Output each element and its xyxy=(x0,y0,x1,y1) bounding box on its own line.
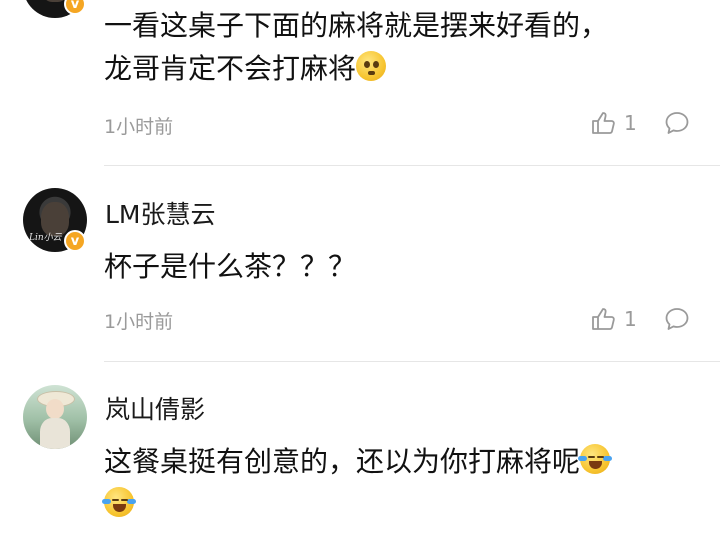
like-button[interactable]: 1 xyxy=(590,306,637,332)
avatar-head xyxy=(46,399,64,419)
avatar-dress xyxy=(40,418,70,449)
comment-text-line: 这餐桌挺有创意的，还以为你打麻将呢 xyxy=(104,445,581,478)
thumbs-up-icon xyxy=(592,112,615,134)
comment-text-line: 龙哥肯定不会打麻将 xyxy=(104,52,357,85)
divider xyxy=(104,165,720,166)
reply-button[interactable] xyxy=(664,306,690,336)
avatar-signature: Lin小云 xyxy=(29,233,62,243)
verified-badge-icon: v xyxy=(64,230,86,252)
thumbs-up-icon xyxy=(592,308,615,330)
comment-text: 杯子是什么茶？？？ xyxy=(104,250,357,283)
comment-bubble-icon xyxy=(665,112,689,134)
like-button[interactable]: 1 xyxy=(590,110,637,136)
laugh-cry-emoji-icon xyxy=(102,487,136,517)
divider xyxy=(104,361,720,362)
username[interactable]: 岚山倩影 xyxy=(105,390,205,426)
avatar[interactable] xyxy=(23,385,87,449)
comment-text: 这餐桌挺有创意的，还以为你打麻将呢 xyxy=(102,440,694,526)
comment-text: 一看这桌子下面的麻将就是摆来好看的， 龙哥肯定不会打麻将 xyxy=(104,4,694,90)
username[interactable]: LM张慧云 xyxy=(105,195,216,231)
like-count: 1 xyxy=(624,307,637,331)
smirk-emoji-icon xyxy=(356,51,387,81)
comment-time: 1小时前 xyxy=(104,311,174,333)
comment-text-line: 一看这桌子下面的麻将就是摆来好看的， xyxy=(104,9,609,42)
comment-bubble-icon xyxy=(665,308,689,330)
comment-time: 1小时前 xyxy=(104,116,174,138)
like-count: 1 xyxy=(624,111,637,135)
laugh-cry-emoji-icon xyxy=(578,444,613,474)
reply-button[interactable] xyxy=(664,110,690,140)
